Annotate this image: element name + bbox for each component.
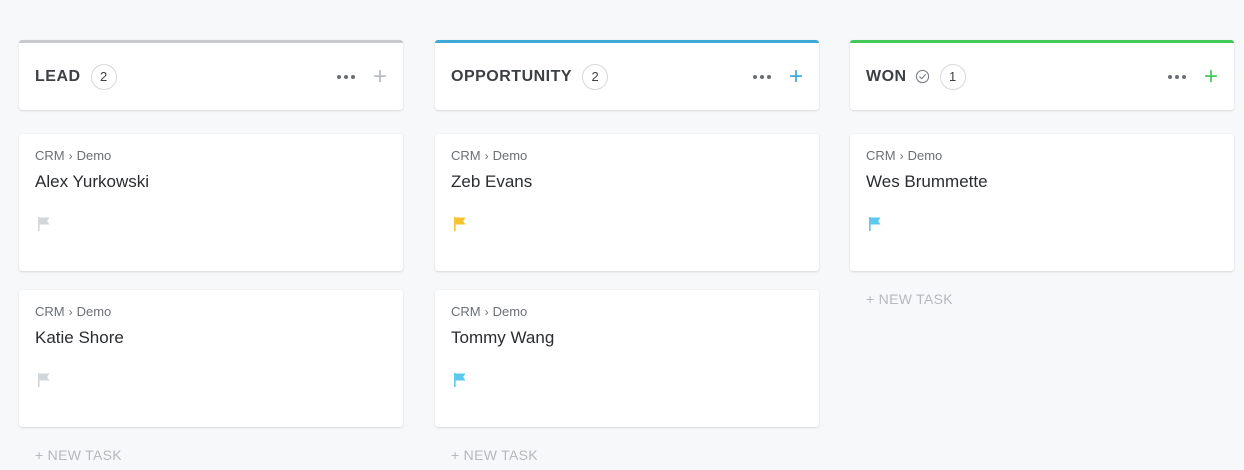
column-title: LEAD [35,67,81,85]
flag-icon[interactable] [453,372,467,393]
task-name: Katie Shore [35,328,124,347]
task-card[interactable]: CRM › Demo Zeb Evans [435,134,819,271]
column-title: WON [866,67,907,85]
column-title: OPPORTUNITY [451,67,573,85]
task-name: Alex Yurkowski [35,172,150,191]
breadcrumb-separator: › [484,148,489,163]
breadcrumb-list[interactable]: CRM [35,304,65,319]
kanban-board: LEAD 2 + CRM › Demo Alex Yurkowski CRM ›… [0,0,1244,470]
flag-icon[interactable] [37,372,51,393]
column-lead: LEAD 2 + CRM › Demo Alex Yurkowski CRM ›… [19,40,403,463]
new-task-button[interactable]: + NEW TASK [435,447,819,463]
column-opportunity: OPPORTUNITY 2 + CRM › Demo Zeb Evans CRM… [435,40,819,463]
task-card[interactable]: CRM › Demo Wes Brummette [850,134,1234,271]
breadcrumb: CRM › Demo [35,304,387,319]
breadcrumb-sublist[interactable]: Demo [77,148,112,163]
more-options-icon[interactable] [752,74,771,79]
flag-icon[interactable] [868,216,882,237]
breadcrumb-separator: › [68,148,73,163]
breadcrumb-list[interactable]: CRM [35,148,65,163]
breadcrumb: CRM › Demo [866,148,1218,163]
column-header: LEAD 2 + [19,40,403,110]
task-name: Wes Brummette [866,172,988,191]
breadcrumb-separator: › [899,148,904,163]
more-options-icon[interactable] [1167,74,1186,79]
column-won: WON 1 + CRM › Demo Wes Brummette + NEW T… [850,40,1234,307]
breadcrumb-sublist[interactable]: Demo [493,304,528,319]
task-name: Zeb Evans [451,172,533,191]
breadcrumb-list[interactable]: CRM [451,148,481,163]
breadcrumb-list[interactable]: CRM [866,148,896,163]
breadcrumb-sublist[interactable]: Demo [77,304,112,319]
column-header: WON 1 + [850,40,1234,110]
new-task-button[interactable]: + NEW TASK [850,291,1234,307]
task-card[interactable]: CRM › Demo Katie Shore [19,290,403,427]
new-task-button[interactable]: + NEW TASK [19,447,403,463]
count-badge: 1 [939,63,966,90]
add-task-icon[interactable]: + [789,64,803,88]
task-name: Tommy Wang [451,328,555,347]
breadcrumb-sublist[interactable]: Demo [908,148,943,163]
breadcrumb-separator: › [68,304,73,319]
count-badge: 2 [90,63,117,90]
breadcrumb: CRM › Demo [451,304,803,319]
more-options-icon[interactable] [336,74,355,79]
column-header: OPPORTUNITY 2 + [435,40,819,110]
task-card[interactable]: CRM › Demo Alex Yurkowski [19,134,403,271]
flag-icon[interactable] [453,216,467,237]
breadcrumb-separator: › [484,304,489,319]
check-circle-icon [915,69,930,84]
breadcrumb: CRM › Demo [451,148,803,163]
count-badge: 2 [582,63,609,90]
flag-icon[interactable] [37,216,51,237]
add-task-icon[interactable]: + [373,64,387,88]
add-task-icon[interactable]: + [1204,64,1218,88]
task-card[interactable]: CRM › Demo Tommy Wang [435,290,819,427]
breadcrumb: CRM › Demo [35,148,387,163]
breadcrumb-sublist[interactable]: Demo [493,148,528,163]
breadcrumb-list[interactable]: CRM [451,304,481,319]
